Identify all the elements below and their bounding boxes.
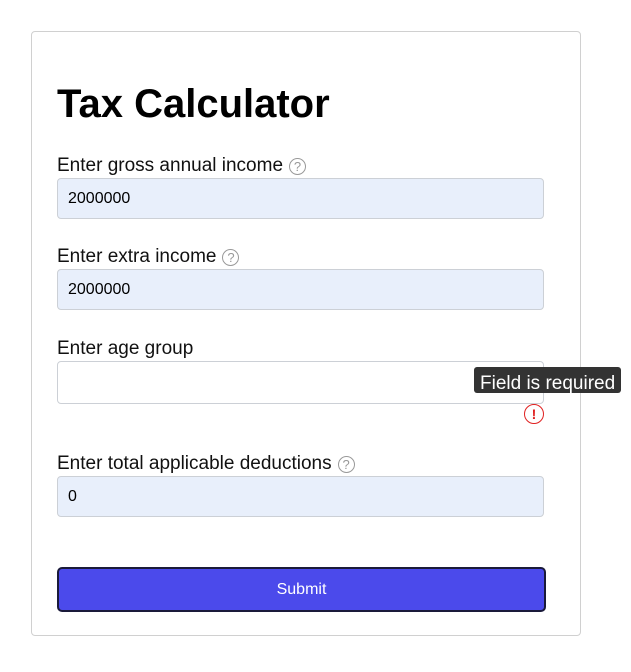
gross-income-input[interactable]	[57, 178, 544, 219]
extra-income-label: Enter extra income?	[57, 246, 240, 268]
deductions-input[interactable]	[57, 476, 544, 517]
label-text: Enter gross annual income	[57, 155, 284, 176]
page-title: Tax Calculator	[57, 82, 330, 126]
label-text: Enter extra income	[57, 246, 217, 267]
help-icon[interactable]: ?	[222, 248, 240, 266]
extra-income-input[interactable]	[57, 269, 544, 310]
help-icon[interactable]: ?	[337, 455, 355, 473]
submit-button[interactable]: Submit	[57, 567, 546, 612]
error-tooltip: Field is required	[474, 367, 622, 393]
gross-income-label: Enter gross annual income?	[57, 155, 307, 177]
age-group-label: Enter age group	[57, 338, 193, 360]
error-icon[interactable]: !	[524, 404, 544, 424]
age-group-input[interactable]	[57, 361, 544, 404]
help-icon[interactable]: ?	[289, 157, 307, 175]
label-text: Enter total applicable deductions	[57, 453, 332, 474]
label-text: Enter age group	[57, 338, 194, 359]
deductions-label: Enter total applicable deductions?	[57, 453, 355, 475]
